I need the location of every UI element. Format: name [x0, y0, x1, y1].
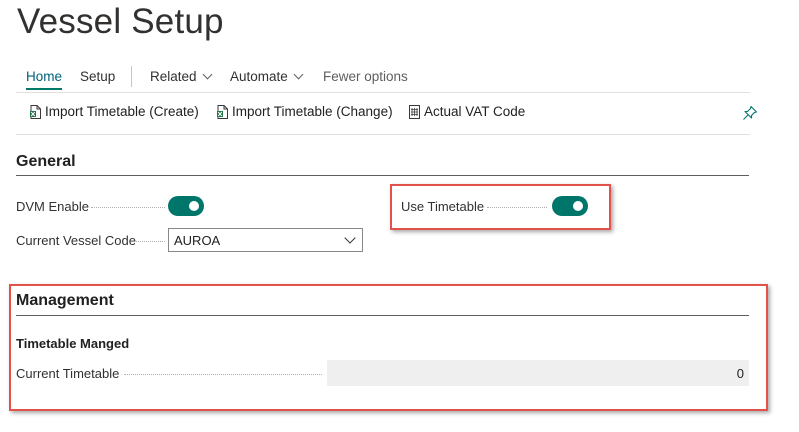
- import-timetable-change-label: Import Timetable (Change): [232, 104, 393, 119]
- actual-vat-code-label: Actual VAT Code: [424, 104, 526, 119]
- pin-icon[interactable]: [742, 105, 758, 121]
- import-timetable-create-label: Import Timetable (Create): [45, 104, 199, 119]
- import-timetable-change-button[interactable]: Import Timetable (Change): [217, 104, 393, 119]
- import-timetable-create-button[interactable]: Import Timetable (Create): [30, 104, 199, 119]
- dvm-enable-toggle[interactable]: [168, 196, 204, 216]
- fewer-options-button[interactable]: Fewer options: [323, 69, 408, 84]
- report-icon: [409, 104, 420, 119]
- current-vessel-code-label: Current Vessel Code: [16, 233, 136, 248]
- promoted-actions: Import Timetable (Create) Import Timetab…: [16, 104, 758, 135]
- action-bar-divider: [131, 66, 132, 87]
- section-divider: [16, 175, 749, 176]
- highlight-box-management: [9, 284, 768, 411]
- field-leader: [136, 241, 165, 243]
- dvm-enable-label: DVM Enable: [16, 199, 89, 214]
- excel-import-icon: [30, 104, 41, 119]
- highlight-box-use-timetable: [390, 184, 611, 230]
- excel-import-icon: [217, 104, 228, 119]
- current-vessel-code-select[interactable]: AUROA: [168, 228, 363, 252]
- chevron-down-icon: [344, 232, 356, 244]
- actual-vat-code-button[interactable]: Actual VAT Code: [409, 104, 525, 119]
- general-section-title: General: [16, 153, 76, 170]
- menu-related-label: Related: [150, 69, 197, 84]
- page-title: Vessel Setup: [17, 2, 224, 41]
- field-leader: [91, 207, 165, 209]
- chevron-down-icon: [202, 69, 212, 80]
- chevron-down-icon: [293, 69, 304, 80]
- menu-related[interactable]: Related: [150, 69, 212, 84]
- menu-automate[interactable]: Automate: [230, 69, 304, 84]
- current-vessel-code-value: AUROA: [174, 233, 221, 248]
- tab-setup[interactable]: Setup: [80, 69, 115, 84]
- menu-automate-label: Automate: [230, 69, 288, 84]
- tab-home[interactable]: Home: [26, 69, 63, 90]
- action-bar: Home Setup Related Automate Fewer option…: [16, 66, 750, 93]
